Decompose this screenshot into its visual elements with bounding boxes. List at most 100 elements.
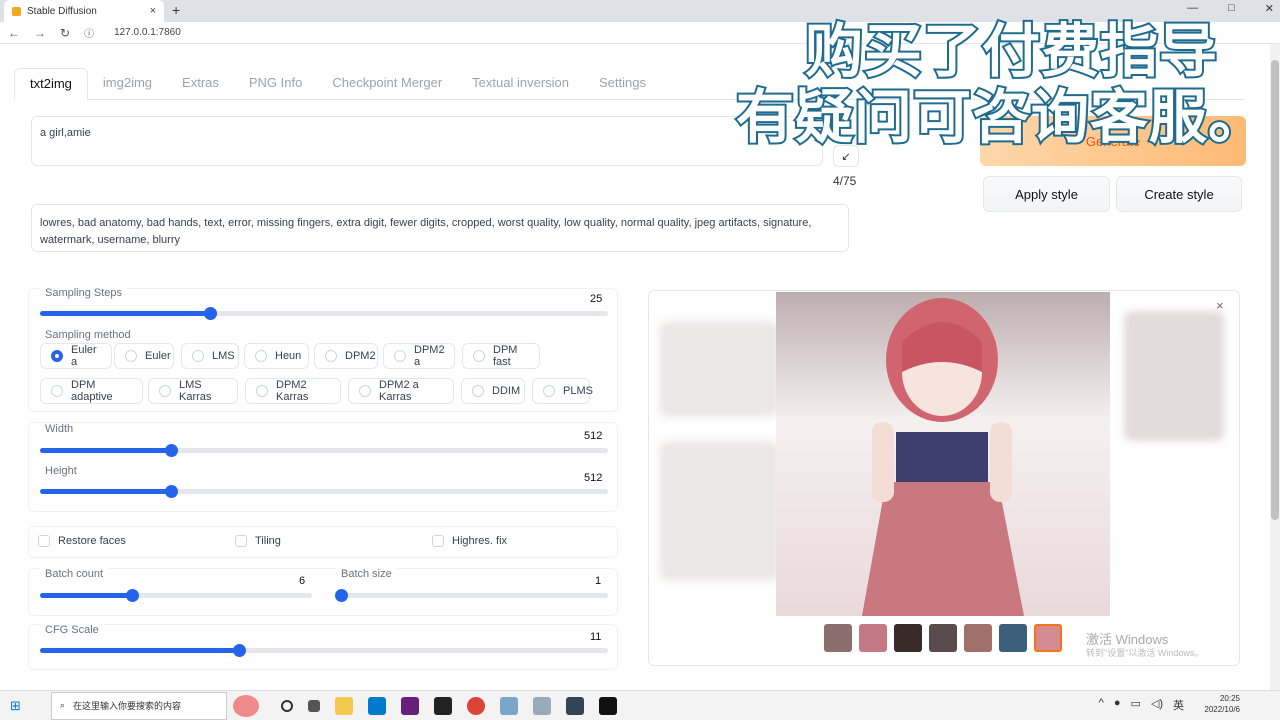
network-icon[interactable]: ▭: [1130, 697, 1140, 713]
tab-settings[interactable]: Settings: [584, 68, 661, 100]
apply-style-button[interactable]: Apply style: [983, 176, 1110, 212]
sampling-steps-value[interactable]: 25: [590, 293, 602, 305]
checkbox-icon[interactable]: [235, 535, 247, 548]
radio-icon[interactable]: [159, 385, 171, 397]
sampler-option-ddim[interactable]: DDIM: [461, 378, 525, 404]
slider-thumb[interactable]: [335, 589, 348, 602]
cfg-scale-value[interactable]: 11: [590, 631, 601, 643]
sampler-option-dpm2[interactable]: DPM2: [314, 343, 378, 369]
close-window-icon[interactable]: ✕: [1265, 2, 1274, 15]
radio-icon[interactable]: [51, 350, 63, 362]
scrollbar-thumb[interactable]: [1271, 60, 1279, 520]
app-icon[interactable]: [565, 696, 584, 715]
windows-start-icon[interactable]: ⊞: [10, 698, 21, 714]
checkbox-icon[interactable]: [38, 535, 50, 548]
batch-size-value[interactable]: 1: [595, 575, 601, 587]
microphone-icon[interactable]: ●: [1114, 697, 1121, 713]
reload-icon[interactable]: ↻: [60, 26, 70, 40]
highres-fix-checkbox[interactable]: Highres. fix: [432, 535, 507, 548]
close-icon[interactable]: ×: [1216, 298, 1224, 313]
info-icon[interactable]: ⓘ: [84, 25, 94, 40]
gallery-thumbnail[interactable]: [964, 624, 992, 652]
back-icon[interactable]: ←: [8, 26, 20, 40]
sampler-option-lms-karras[interactable]: LMS Karras: [148, 378, 238, 404]
sampler-option-dpm2-a-karras[interactable]: DPM2 a Karras: [348, 378, 454, 404]
radio-icon[interactable]: [325, 350, 337, 362]
new-tab-button[interactable]: +: [172, 2, 180, 18]
volume-icon[interactable]: ◁): [1151, 697, 1163, 713]
browser-tab[interactable]: Stable Diffusion ×: [4, 0, 164, 22]
create-style-button[interactable]: Create style: [1116, 176, 1242, 212]
blurred-thumbnail: [659, 441, 779, 581]
sampler-option-dpm-fast[interactable]: DPM fast: [462, 343, 540, 369]
sampling-steps-slider[interactable]: [40, 307, 608, 320]
tab-png-info[interactable]: PNG Info: [234, 68, 317, 100]
cfg-scale-slider[interactable]: [40, 644, 608, 657]
checkbox-icon[interactable]: [432, 535, 444, 548]
sampler-option-lms[interactable]: LMS: [181, 343, 239, 369]
batch-size-slider[interactable]: [335, 589, 608, 602]
width-value[interactable]: 512: [584, 430, 602, 442]
maximize-icon[interactable]: □: [1228, 2, 1235, 15]
tab-textual-inversion[interactable]: Textual inversion: [457, 68, 584, 100]
radio-icon[interactable]: [359, 385, 371, 397]
console-icon[interactable]: [598, 696, 617, 715]
file-explorer-icon[interactable]: [334, 696, 353, 715]
sampler-option-euler-a[interactable]: Euler a: [40, 343, 112, 369]
taskbar-search-box[interactable]: ⌕ 在这里输入你要搜索的内容: [50, 691, 227, 720]
gallery-thumbnail[interactable]: [929, 624, 957, 652]
input-language[interactable]: 英: [1173, 697, 1184, 713]
tab-txt2img[interactable]: txt2img: [14, 68, 88, 100]
tab-img2img[interactable]: img2img: [88, 68, 167, 100]
gallery-thumbnail-selected[interactable]: [1034, 624, 1062, 652]
radio-icon[interactable]: [472, 385, 484, 397]
slider-thumb[interactable]: [164, 485, 178, 498]
restore-faces-checkbox[interactable]: Restore faces: [38, 535, 126, 548]
radio-icon[interactable]: [543, 385, 555, 397]
url-field[interactable]: 127.0.0.1:7860: [114, 27, 181, 38]
tab-extras[interactable]: Extras: [167, 68, 234, 100]
sampler-option-dpm-adaptive[interactable]: DPM adaptive: [40, 378, 143, 404]
gallery-thumbnail[interactable]: [859, 624, 887, 652]
chevron-up-icon[interactable]: ^: [1099, 697, 1104, 713]
prompt-input[interactable]: a girl,amie: [31, 116, 823, 166]
slider-thumb[interactable]: [232, 644, 246, 657]
chrome-icon[interactable]: [466, 696, 485, 715]
batch-count-slider[interactable]: [40, 589, 312, 602]
app-icon[interactable]: [532, 696, 551, 715]
gallery-thumbnail[interactable]: [999, 624, 1027, 652]
height-slider[interactable]: [40, 485, 608, 498]
sampler-option-plms[interactable]: PLMS: [532, 378, 593, 404]
sampler-option-heun[interactable]: Heun: [244, 343, 309, 369]
sampler-option-euler[interactable]: Euler: [114, 343, 174, 369]
taskbar-clock[interactable]: 20:25 2022/10/6: [1204, 693, 1240, 715]
width-slider[interactable]: [40, 444, 608, 457]
size-panel: [28, 422, 618, 512]
gallery-thumbnail[interactable]: [824, 624, 852, 652]
sampler-option-dpm2-a[interactable]: DPM2 a: [383, 343, 455, 369]
tiling-checkbox[interactable]: Tiling: [235, 535, 281, 548]
radio-icon[interactable]: [255, 350, 267, 362]
gallery-thumbnail[interactable]: [894, 624, 922, 652]
radio-icon[interactable]: [192, 350, 204, 362]
radio-icon[interactable]: [473, 350, 485, 362]
app-icon[interactable]: [499, 696, 518, 715]
tab-checkpoint-merger[interactable]: Checkpoint Merger: [317, 68, 457, 100]
negative-prompt-input[interactable]: lowres, bad anatomy, bad hands, text, er…: [31, 204, 849, 252]
batch-count-value[interactable]: 6: [299, 575, 305, 587]
height-value[interactable]: 512: [584, 472, 602, 484]
radio-icon[interactable]: [51, 385, 63, 397]
radio-icon[interactable]: [394, 350, 406, 362]
radio-icon[interactable]: [125, 350, 137, 362]
slider-thumb[interactable]: [164, 444, 178, 457]
forward-icon[interactable]: →: [34, 26, 46, 40]
terminal-icon[interactable]: [433, 696, 452, 715]
visual-studio-icon[interactable]: [400, 696, 419, 715]
vscode-icon[interactable]: [367, 696, 386, 715]
close-tab-icon[interactable]: ×: [150, 5, 156, 17]
generated-image[interactable]: [776, 292, 1110, 616]
sampler-option-dpm2-karras[interactable]: DPM2 Karras: [245, 378, 341, 404]
cortana-icon[interactable]: [280, 699, 293, 712]
radio-icon[interactable]: [256, 385, 268, 397]
task-view-icon[interactable]: [307, 699, 320, 712]
